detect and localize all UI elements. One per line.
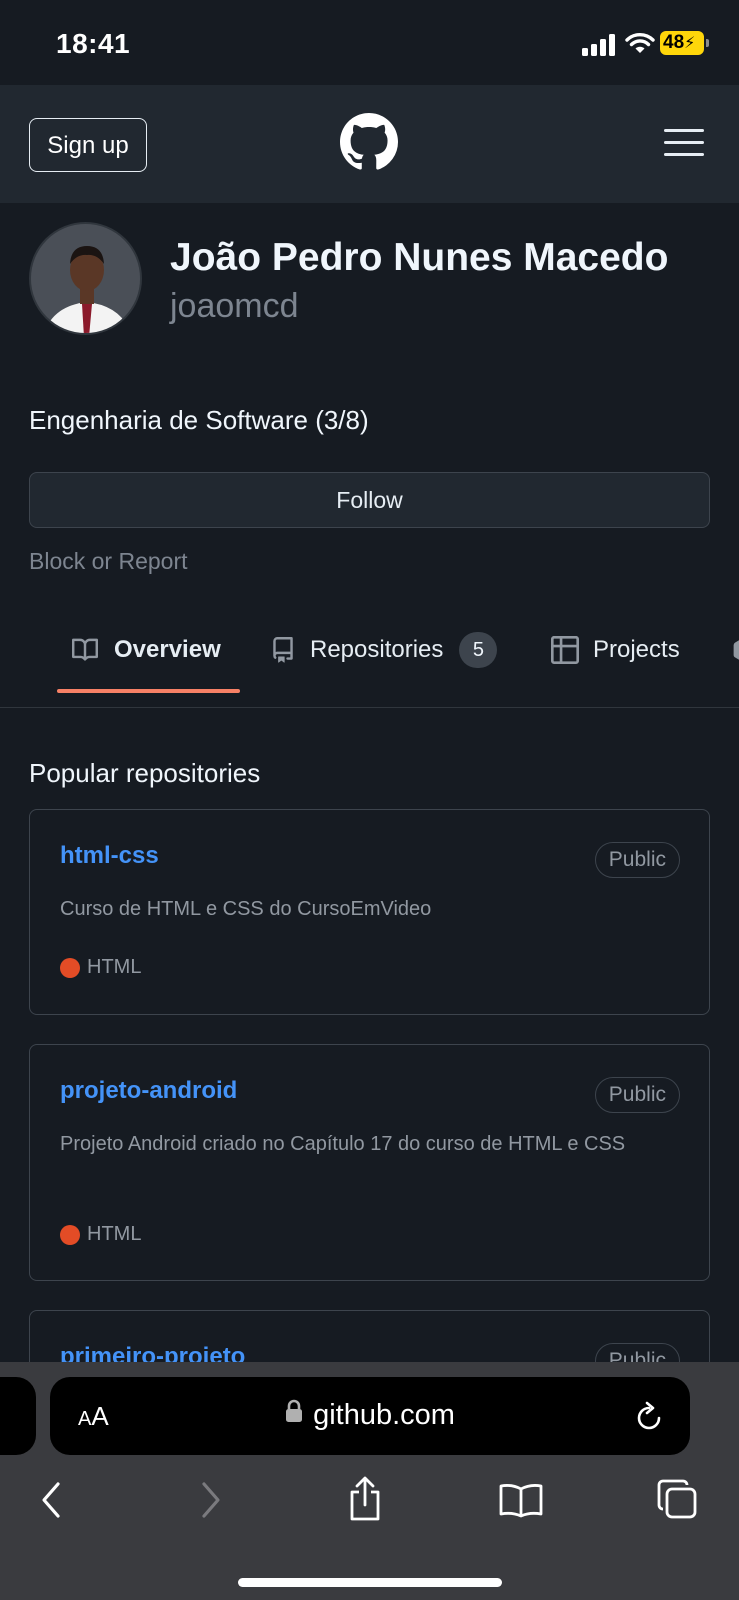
repo-visibility-badge: Public	[594, 1077, 680, 1113]
follow-button[interactable]: Follow	[29, 472, 710, 528]
profile-bio: Engenharia de Software (3/8)	[29, 405, 369, 435]
charging-bolt-icon: ⚡	[684, 35, 696, 52]
repo-language-label: HTML	[87, 1223, 142, 1245]
sign-up-button[interactable]: Sign up	[29, 118, 147, 172]
tabs-icon[interactable]	[656, 1478, 698, 1520]
profile-username: joaomcd	[170, 287, 299, 325]
block-or-report-link[interactable]: Block or Report	[29, 548, 188, 575]
url-display[interactable]: github.com	[50, 1399, 690, 1432]
repo-icon	[273, 637, 293, 663]
active-tab-underline	[57, 689, 240, 693]
cellular-signal-icon	[582, 34, 618, 56]
repositories-count-badge: 5	[459, 632, 498, 668]
reload-icon[interactable]	[634, 1399, 666, 1433]
repo-language-label: HTML	[87, 956, 142, 978]
tab-overview-label: Overview	[114, 636, 221, 663]
previous-tab-peek[interactable]	[0, 1377, 36, 1455]
tab-repositories[interactable]: Repositories 5	[270, 630, 498, 670]
battery-indicator: 48⚡	[660, 31, 704, 55]
profile-tabs: Overview Repositories 5 Projects	[0, 600, 739, 708]
profile-full-name: João Pedro Nunes Macedo	[170, 236, 669, 279]
github-logo-icon[interactable]	[340, 113, 398, 171]
tab-projects-label: Projects	[593, 636, 680, 663]
repo-name-link[interactable]: projeto-android	[60, 1077, 237, 1105]
back-icon[interactable]	[38, 1480, 66, 1520]
url-text: github.com	[313, 1399, 455, 1431]
share-icon[interactable]	[346, 1476, 384, 1522]
avatar	[29, 222, 142, 335]
table-icon	[551, 636, 579, 664]
forward-icon[interactable]	[196, 1480, 224, 1520]
battery-tip	[706, 39, 709, 47]
repo-card: html-css Public Curso de HTML e CSS do C…	[29, 809, 710, 1015]
repo-name-link[interactable]: html-css	[60, 842, 159, 870]
repo-language: HTML	[60, 956, 141, 979]
status-time: 18:41	[56, 28, 131, 59]
tab-overview[interactable]: Overview	[70, 630, 221, 670]
lock-icon	[286, 1399, 303, 1422]
popular-repositories-heading: Popular repositories	[29, 758, 261, 788]
repo-description: Curso de HTML e CSS do CursoEmVideo	[60, 898, 432, 920]
book-icon	[72, 638, 99, 661]
repo-description: Projeto Android criado no Capítulo 17 do…	[60, 1133, 626, 1155]
tab-projects[interactable]: Projects	[551, 630, 680, 670]
github-header: Sign up	[0, 85, 739, 203]
tab-packages-partial[interactable]	[732, 630, 739, 670]
tab-repositories-label: Repositories	[310, 636, 444, 663]
language-color-dot	[60, 957, 80, 978]
package-icon	[733, 640, 739, 660]
address-bar[interactable]: AA github.com	[50, 1377, 690, 1455]
battery-level: 48	[663, 32, 685, 53]
home-indicator	[238, 1578, 502, 1587]
repo-card: projeto-android Public Projeto Android c…	[29, 1044, 710, 1281]
bookmarks-icon[interactable]	[498, 1482, 544, 1518]
browser-bottom-bar: AA github.com	[0, 1362, 739, 1600]
repo-visibility-badge: Public	[594, 842, 680, 878]
avatar-photo	[31, 224, 140, 333]
status-bar: 18:41 48⚡	[0, 0, 739, 85]
repo-language: HTML	[60, 1223, 141, 1246]
hamburger-menu-icon[interactable]	[664, 129, 704, 157]
language-color-dot	[60, 1224, 80, 1245]
wifi-icon	[625, 33, 655, 53]
